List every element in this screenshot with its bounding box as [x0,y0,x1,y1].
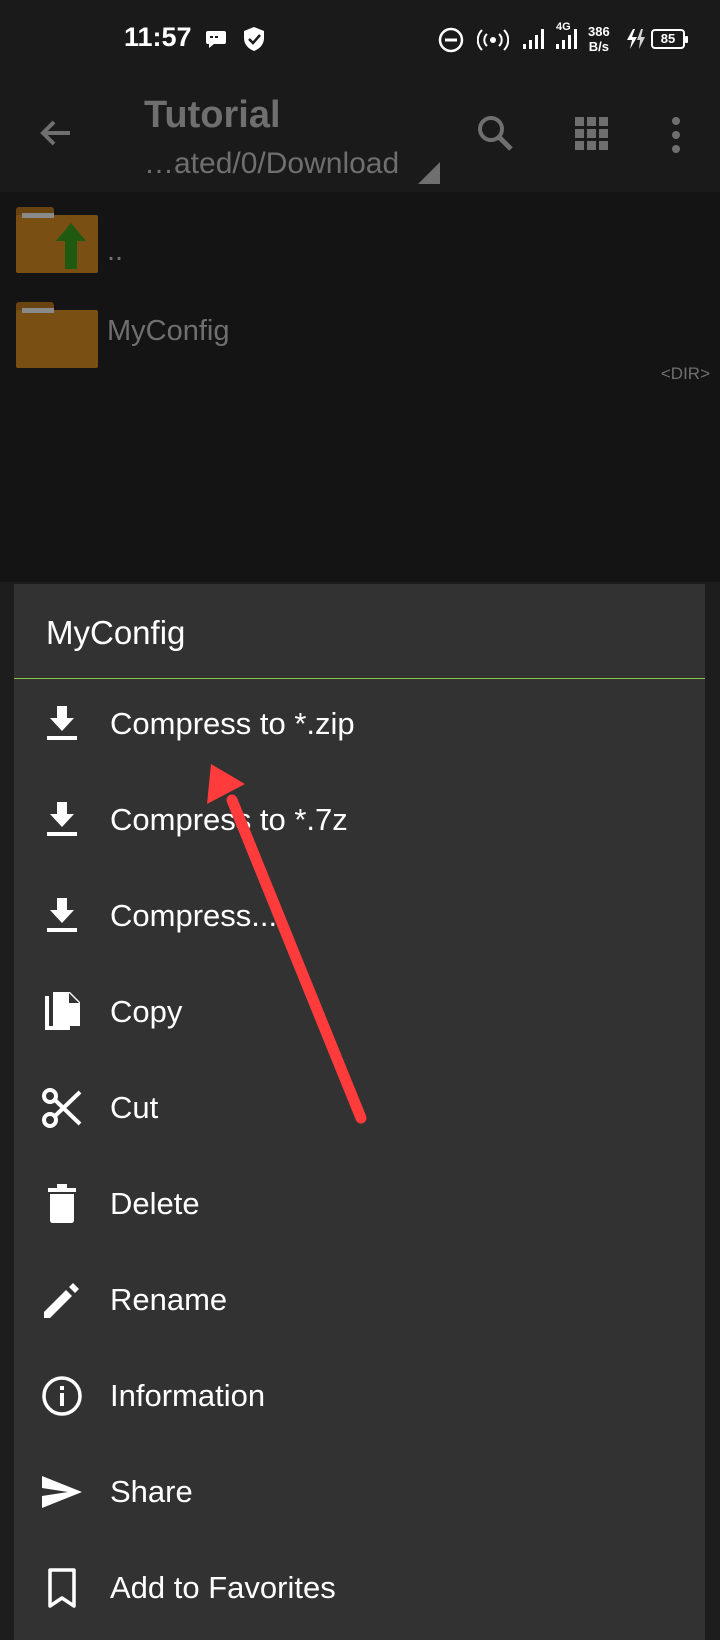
menu-item-label: Delete [110,1186,200,1221]
path-dropdown-icon[interactable] [418,162,440,184]
menu-item-compress[interactable]: Compress... [14,872,705,964]
network-speed: 386 B/s [588,24,610,54]
download-icon [47,802,77,836]
copy-icon [45,992,80,1030]
trash-icon [48,1184,76,1223]
signal-icon [523,29,544,49]
download-icon [47,706,77,740]
file-list: .. MyConfig <DIR> [0,192,720,582]
menu-item-add-favorites[interactable]: Add to Favorites [14,1544,705,1636]
shield-icon [244,27,264,51]
menu-item-cut[interactable]: Cut [14,1064,705,1156]
menu-item-label: Copy [110,994,183,1029]
menu-item-share[interactable]: Share [14,1448,705,1540]
file-row-parent[interactable]: .. [0,207,720,297]
charging-icon [627,29,645,49]
menu-item-label: Information [110,1378,266,1413]
menu-item-label: Compress to *.zip [110,706,355,741]
menu-item-delete[interactable]: Delete [14,1160,705,1252]
message-icon [206,31,226,48]
folder-title: Tutorial [144,94,281,136]
menu-item-rename[interactable]: Rename [14,1256,705,1348]
more-options-icon[interactable] [668,116,684,154]
folder-path[interactable]: …ated/0/Download [144,147,399,181]
info-icon [42,1376,82,1416]
grid-view-icon[interactable] [575,117,609,151]
send-icon [42,1476,82,1508]
menu-item-label: Add to Favorites [110,1570,336,1605]
menu-divider [14,678,705,679]
pencil-icon [44,1283,79,1318]
file-row-myconfig[interactable]: MyConfig [0,302,720,392]
search-icon[interactable] [476,114,514,152]
menu-item-label: Compress to *.7z [110,802,348,837]
scissors-icon [42,1088,82,1128]
menu-item-label: Cut [110,1090,159,1125]
menu-title: MyConfig [46,614,186,651]
menu-item-label: Share [110,1474,193,1509]
status-bar: 11:57 4G 386 B/s 85 [0,0,720,80]
menu-item-compress-7z[interactable]: Compress to *.7z [14,776,705,868]
menu-item-copy[interactable]: Copy [14,968,705,1060]
battery-indicator: 85 [651,29,688,49]
network-type: 4G [556,21,571,33]
bookmark-icon [48,1568,76,1608]
menu-item-label: Rename [110,1282,228,1317]
do-not-disturb-icon [438,27,464,53]
file-name: .. [107,235,124,267]
folder-icon [16,302,98,368]
back-arrow-icon[interactable] [36,113,76,153]
dir-tag: <DIR> [660,364,710,383]
hotspot-icon [477,29,509,51]
folder-up-icon [16,207,98,273]
menu-item-compress-zip[interactable]: Compress to *.zip [14,680,705,772]
context-menu: MyConfig Compress to *.zip Compress to *… [14,584,705,1640]
file-name: MyConfig [107,315,230,347]
app-toolbar: Tutorial …ated/0/Download [0,80,720,192]
download-icon [47,898,77,932]
menu-item-label: Compress... [110,898,278,933]
status-time: 11:57 [124,22,192,52]
menu-item-information[interactable]: Information [14,1352,705,1444]
